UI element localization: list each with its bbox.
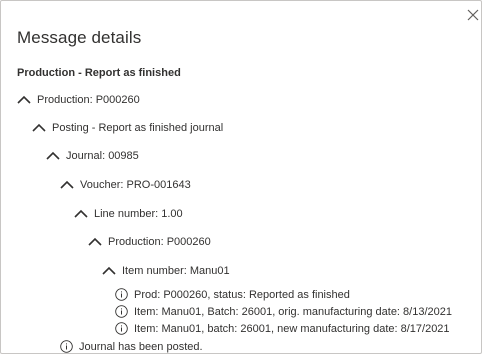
chevron-up-icon[interactable]: [74, 208, 88, 220]
tree-node-item-number[interactable]: Item number: Manu01: [102, 263, 230, 279]
chevron-up-icon[interactable]: [17, 94, 31, 106]
chevron-up-icon[interactable]: [46, 150, 60, 162]
message-text: Prod: P000260, status: Reported as finis…: [134, 288, 350, 301]
chevron-up-icon[interactable]: [102, 265, 116, 277]
tree-node-label: Line number: 1.00: [94, 208, 183, 220]
info-icon: [115, 305, 128, 318]
message-text: Item: Manu01, Batch: 26001, orig. manufa…: [134, 305, 452, 318]
info-icon: [115, 288, 128, 301]
chevron-up-icon[interactable]: [88, 236, 102, 248]
tree-node-label: Item number: Manu01: [122, 265, 230, 277]
info-icon: [60, 340, 73, 353]
message-text: Item: Manu01, batch: 26001, new manufact…: [134, 322, 450, 335]
dialog-subtitle: Production - Report as finished: [17, 67, 181, 79]
tree-node-label: Journal: 00985: [66, 150, 139, 162]
close-icon[interactable]: [465, 7, 481, 23]
tree-node-production-order[interactable]: Production: P000260: [88, 234, 211, 250]
tree-node-journal[interactable]: Journal: 00985: [46, 148, 139, 164]
message-item: Item: Manu01, Batch: 26001, orig. manufa…: [115, 304, 452, 319]
tree-node-line-number[interactable]: Line number: 1.00: [74, 206, 183, 222]
tree-node-label: Voucher: PRO-001643: [80, 179, 191, 191]
tree-node-voucher[interactable]: Voucher: PRO-001643: [60, 177, 191, 193]
tree-node-posting[interactable]: Posting - Report as finished journal: [32, 120, 223, 136]
tree-node-label: Posting - Report as finished journal: [52, 122, 224, 134]
message-text: Journal has been posted.: [79, 340, 203, 353]
message-item: Prod: P000260, status: Reported as finis…: [115, 287, 350, 302]
dialog-title: Message details: [17, 28, 142, 47]
tree-node-label: Production: P000260: [108, 236, 211, 248]
tree-node-label: Production: P000260: [37, 94, 140, 106]
message-item: Journal has been posted.: [60, 339, 203, 354]
chevron-up-icon[interactable]: [32, 122, 46, 134]
tree-node-production[interactable]: Production: P000260: [17, 92, 140, 108]
message-details-dialog: Message details Production - Report as f…: [0, 0, 482, 354]
info-icon: [115, 322, 128, 335]
chevron-up-icon[interactable]: [60, 179, 74, 191]
message-item: Item: Manu01, batch: 26001, new manufact…: [115, 321, 450, 336]
